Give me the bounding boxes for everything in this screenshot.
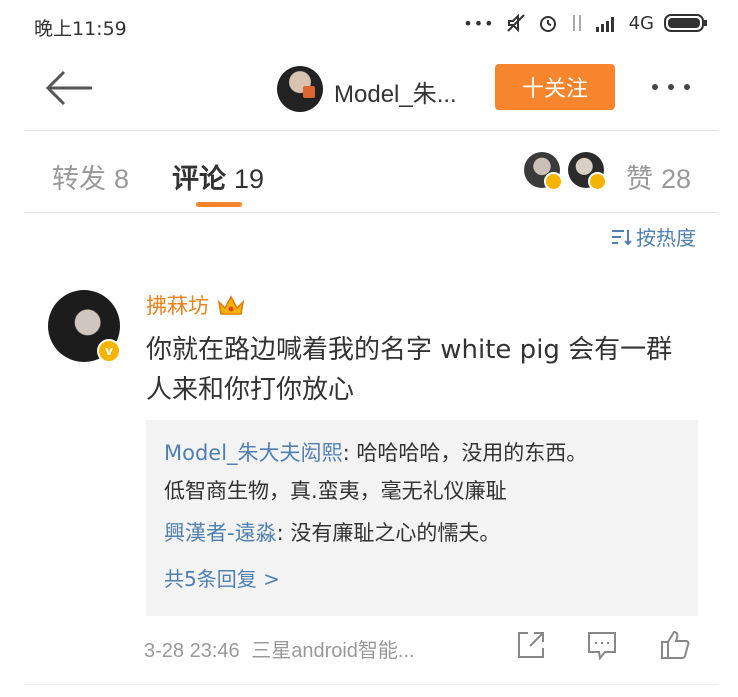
interaction-tabs: 转发 8 评论 19 赞 28 (24, 130, 718, 213)
comment-icon[interactable] (585, 628, 619, 662)
replies-box[interactable]: Model_朱大夫闳熙: 哈哈哈哈，没用的东西。 低智商生物，真.蛮夷，毫无礼仪… (146, 420, 698, 616)
reply-line: 興漢者-遠淼: 没有廉耻之心的懦夫。 (164, 518, 500, 548)
verified-badge-icon (588, 172, 607, 191)
active-tab-indicator (196, 202, 242, 207)
view-all-replies-link[interactable]: 共5条回复 > (164, 563, 280, 592)
crown-icon (217, 295, 245, 315)
divider (24, 684, 718, 685)
more-options-icon[interactable] (652, 84, 690, 90)
tab-reposts-count: 8 (114, 164, 130, 194)
tab-likes-label: 赞 (626, 164, 653, 195)
commenter-name[interactable]: 拂菻坊 (146, 290, 209, 320)
commenter-avatar[interactable]: v (48, 290, 121, 363)
network-type: 4G (628, 12, 654, 34)
battery-icon (664, 14, 707, 32)
alarm-icon (539, 16, 556, 32)
mute-icon (506, 13, 525, 33)
comment-source: 三星android智能... (251, 640, 415, 662)
signal-icon (595, 17, 614, 32)
commenter-name-row: 拂菻坊 (146, 290, 245, 320)
liker-avatar (524, 152, 563, 191)
reply-user[interactable]: 興漢者-遠淼 (164, 521, 277, 545)
more-dots-icon: ••• (463, 13, 495, 33)
comment-meta: 3-28 23:46 三星android智能... (144, 634, 415, 663)
tab-comments-label: 评论 (172, 164, 226, 195)
sort-icon (612, 229, 632, 245)
back-arrow-icon[interactable] (42, 68, 94, 108)
reply-line-continued: 低智商生物，真.蛮夷，毫无礼仪廉耻 (164, 479, 507, 503)
sort-label: 按热度 (636, 226, 696, 250)
author-avatar[interactable] (277, 66, 323, 112)
reply-user[interactable]: Model_朱大夫闳熙 (164, 441, 343, 465)
tab-reposts[interactable]: 转发 8 (52, 157, 129, 196)
status-icons: ••• 4G (463, 12, 708, 34)
liker-avatar (568, 152, 607, 191)
verified-badge-icon: v (97, 339, 121, 363)
liker-avatars[interactable] (524, 152, 614, 192)
status-time: 晚上11:59 (34, 18, 127, 40)
tab-comments-count: 19 (234, 164, 265, 194)
follow-button[interactable]: 十关注 (495, 64, 615, 110)
comment-time: 3-28 23:46 (144, 640, 240, 662)
comment-text: 你就在路边喊着我的名字 white pig 会有一群人来和你打你放心 (146, 335, 673, 405)
weibo-comment-screen: 晚上11:59 ••• 4G Model_朱... 十关注 转发 8 评论 19 (24, 0, 718, 697)
tab-likes-count: 28 (661, 164, 692, 194)
verified-badge-icon (544, 172, 563, 191)
top-navigation: Model_朱... 十关注 (24, 50, 718, 131)
tab-likes[interactable]: 赞 28 (626, 157, 691, 196)
share-icon[interactable] (514, 628, 548, 662)
tie-detail (303, 86, 315, 98)
sort-toggle[interactable]: 按热度 (610, 222, 696, 251)
reply-text: : 哈哈哈哈，没用的东西。 (342, 441, 588, 465)
tab-reposts-label: 转发 (52, 164, 106, 195)
reply-text: : 没有廉耻之心的懦夫。 (276, 521, 501, 545)
reply-line: Model_朱大夫闳熙: 哈哈哈哈，没用的东西。 (164, 438, 587, 468)
tab-comments[interactable]: 评论 19 (172, 157, 264, 196)
data-transfer-icon (572, 15, 581, 31)
status-bar: 晚上11:59 ••• 4G (24, 0, 718, 50)
like-icon[interactable] (658, 628, 692, 662)
author-name[interactable]: Model_朱... (334, 74, 457, 109)
